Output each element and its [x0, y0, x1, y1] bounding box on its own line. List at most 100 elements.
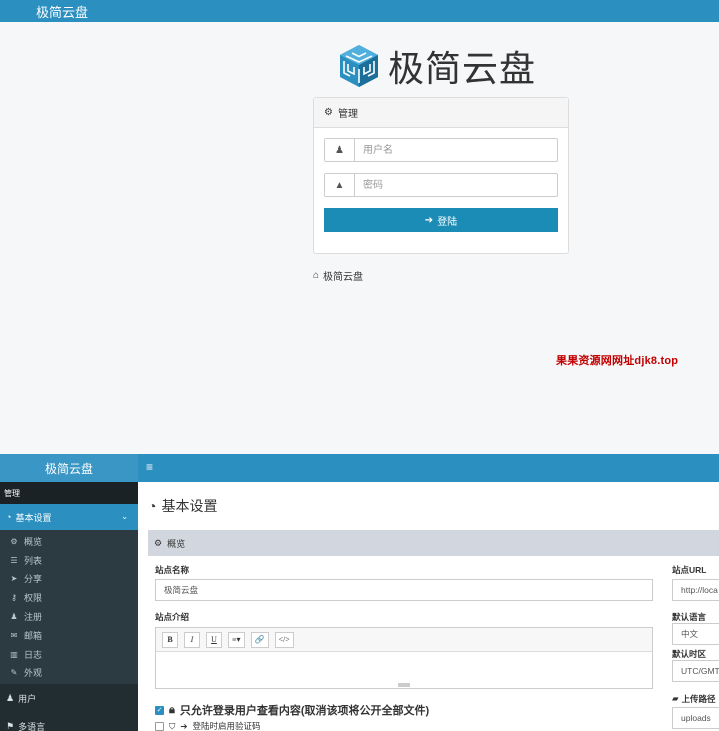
login-button-label: 登陆 [437, 216, 458, 228]
gear-icon: ⚙ [154, 537, 163, 548]
password-field: ▲ [324, 173, 558, 197]
sidebar: 管理 ◔ 基本设置 ⌄ ⚙ 概览 ☰ 列表 ➤ 分享 ⚷ 权限 ♟ 注册 ✉ 邮箱 ▥ 日志 … [0, 482, 138, 731]
site-name-label: 站点名称 [155, 565, 190, 575]
checkbox-unchecked[interactable] [155, 721, 164, 731]
site-url-input[interactable]: http://loca [672, 579, 719, 601]
menu-toggle-icon[interactable]: ≡ [146, 460, 153, 474]
chevron-down-icon: ⌄ [121, 512, 128, 521]
pen-icon: ✎ [10, 668, 18, 678]
dashboard-icon: ◔ [6, 512, 12, 522]
sidebar-item-languages[interactable]: ⚑ 多语言 [0, 712, 138, 731]
sidebar-subitem-label: 分享 [24, 574, 43, 585]
login-panel: ⚙ 管理 ♟ ▲ ➔ 登陆 [313, 97, 569, 254]
upload-label-text: 上传路径 [681, 694, 716, 704]
login-brand[interactable]: 极简云盘 [36, 2, 88, 21]
language-label: 默认语言 [672, 612, 707, 622]
sidebar-subitem-label: 外观 [24, 668, 43, 679]
watermark-text: 果果资源网网址djk8.top [556, 355, 679, 367]
site-logo: 极简云盘 [338, 42, 536, 90]
username-field: ♟ [324, 138, 558, 162]
panel-title: 管理 [337, 109, 358, 120]
language-icon: ⚑ [6, 720, 15, 731]
admin-brand[interactable]: 极简云盘 [0, 454, 138, 482]
sidebar-subitem-register[interactable]: ♟ 注册 [0, 607, 138, 626]
lock-icon: 🔒︎ [169, 703, 175, 716]
envelope-icon: ✉ [10, 630, 18, 640]
users-icon: ♟ [6, 692, 15, 703]
page-title: ◔ 基本设置 [148, 496, 217, 516]
sidebar-subitem-overview[interactable]: ⚙ 概览 [0, 532, 138, 551]
sidebar-subitem-mail[interactable]: ✉ 邮箱 [0, 626, 138, 645]
admin-screen: 极简云盘 ≡ 管理 ◔ 基本设置 ⌄ ⚙ 概览 ☰ 列表 ➤ 分享 ⚷ 权限 ♟ 注册 ✉… [0, 454, 719, 731]
home-link[interactable]: ⌂ 极简云盘 [313, 268, 363, 283]
sidebar-item-basic-settings[interactable]: ◔ 基本设置 ⌄ [0, 504, 138, 530]
sidebar-subitem-label: 邮箱 [24, 630, 43, 641]
sidebar-subitem-permissions[interactable]: ⚷ 权限 [0, 588, 138, 607]
gears-icon: ⚙ [10, 536, 18, 546]
sidebar-subitem-share[interactable]: ➤ 分享 [0, 570, 138, 589]
language-select[interactable]: 中文 [672, 623, 719, 645]
cube-logo-icon [340, 45, 378, 87]
upload-label: ▰ 上传路径 [672, 693, 716, 705]
site-url-label: 站点URL [672, 565, 707, 575]
sidebar-item-users[interactable]: ♟ 用户 [0, 684, 138, 712]
username-input[interactable] [355, 139, 557, 161]
paper-plane-icon: ➤ [10, 574, 18, 584]
editor-toolbar: B I U ≡▾ 🔗 </> [156, 628, 652, 652]
timezone-label: 默认时区 [672, 649, 707, 659]
login-top-bar: 极简云盘 [0, 0, 719, 22]
check-row-login-only[interactable]: ✓ 🔒︎ 只允许登录用户查看内容(取消该项将公开全部文件) [155, 702, 429, 718]
user-plus-icon: ♟ [10, 612, 18, 622]
link-button[interactable]: 🔗 [250, 631, 269, 648]
sidebar-subitem-label: 注册 [24, 612, 43, 623]
user-icon: ♟ [325, 139, 355, 161]
sidebar-subitem-label: 日志 [24, 649, 43, 660]
sidebar-item-label: 基本设置 [15, 512, 52, 523]
sidebar-section-title: 管理 [0, 482, 138, 504]
sidebar-subitem-appearance[interactable]: ✎ 外观 [0, 664, 138, 683]
shield-icon: ⛉ [169, 720, 176, 731]
sidebar-subitem-label: 列表 [24, 555, 43, 566]
bar-chart-icon: ▥ [10, 649, 18, 659]
bold-button[interactable]: B [162, 631, 178, 648]
timezone-select[interactable]: UTC/GMT [672, 660, 719, 682]
lock-icon: ▲ [325, 174, 355, 196]
checkbox-checked[interactable]: ✓ [155, 705, 164, 715]
sign-in-icon: ➔ [180, 720, 188, 731]
check-label: 只允许登录用户查看内容(取消该项将公开全部文件) [179, 705, 430, 717]
home-icon: ⌂ [313, 270, 320, 281]
resize-grip-icon[interactable] [398, 683, 410, 687]
list-icon: ☰ [10, 555, 18, 565]
check-label: 登陆时启用验证码 [192, 721, 261, 731]
underline-button[interactable]: U [206, 631, 222, 648]
sidebar-subitem-logs[interactable]: ▥ 日志 [0, 645, 138, 664]
sidebar-subitem-label: 权限 [24, 593, 43, 604]
sidebar-subitem-list[interactable]: ☰ 列表 [0, 551, 138, 570]
gears-icon: ⚙ [324, 107, 333, 118]
site-intro-editor[interactable]: B I U ≡▾ 🔗 </> [155, 627, 653, 689]
password-input[interactable] [355, 174, 557, 196]
sidebar-item-label: 用户 [18, 693, 37, 704]
sign-in-icon: ➔ [424, 214, 434, 226]
login-button[interactable]: ➔ 登陆 [324, 208, 558, 232]
upload-path-input[interactable]: uploads [672, 707, 719, 729]
site-intro-label: 站点介绍 [155, 612, 190, 622]
code-button[interactable]: </> [274, 631, 294, 648]
logo-text: 极简云盘 [388, 49, 537, 90]
align-dropdown-button[interactable]: ≡▾ [228, 631, 245, 648]
main-content: ◔ 基本设置 ⚙ 概览 站点名称 极简云盘 站点介绍 B I U ≡▾ 🔗 </… [138, 482, 719, 731]
folder-icon: ▰ [672, 693, 679, 703]
login-screen: 极简云盘 极简云盘 ⚙ 管理 ♟ ▲ [0, 0, 719, 454]
italic-button[interactable]: I [184, 631, 200, 648]
check-row-captcha[interactable]: ⛉ ➔ 登陆时启用验证码 [155, 720, 261, 731]
home-link-label: 极简云盘 [323, 272, 364, 283]
admin-header: 极简云盘 ≡ [0, 454, 719, 482]
dashboard-icon: ◔ [148, 498, 157, 514]
site-name-input[interactable]: 极简云盘 [155, 579, 653, 601]
box-title: 概览 [167, 538, 186, 549]
box-header: ⚙ 概览 [148, 530, 719, 556]
sidebar-subitem-label: 概览 [24, 536, 43, 547]
key-icon: ⚷ [11, 593, 17, 603]
panel-header: ⚙ 管理 [314, 98, 568, 128]
sidebar-submenu: ⚙ 概览 ☰ 列表 ➤ 分享 ⚷ 权限 ♟ 注册 ✉ 邮箱 ▥ 日志 ✎ 外观 [0, 530, 138, 685]
